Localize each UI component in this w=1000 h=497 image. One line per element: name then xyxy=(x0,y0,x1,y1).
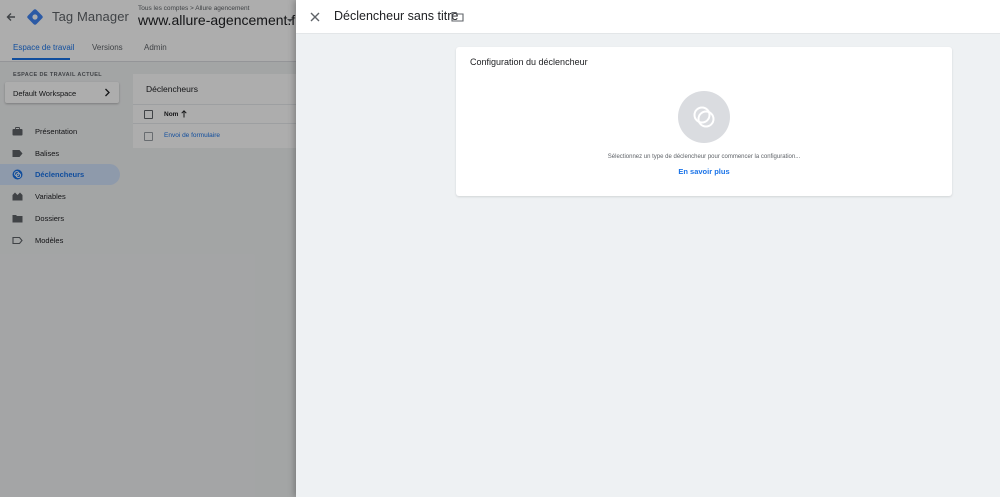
panel-header: Déclencheur sans titre xyxy=(296,0,1000,34)
learn-more-link[interactable]: En savoir plus xyxy=(456,167,952,176)
config-hint-text: Sélectionnez un type de déclencheur pour… xyxy=(607,154,801,160)
close-icon[interactable] xyxy=(309,11,321,23)
choose-trigger-type-button[interactable] xyxy=(678,91,730,143)
trigger-name-title[interactable]: Déclencheur sans titre xyxy=(334,9,458,23)
trigger-configuration-card[interactable]: Configuration du déclencheur Sélectionne… xyxy=(456,47,952,196)
config-card-title: Configuration du déclencheur xyxy=(470,57,588,67)
trigger-editor-panel: Déclencheur sans titre Configuration du … xyxy=(296,0,1000,497)
trigger-type-icon xyxy=(693,106,715,128)
folder-outline-icon[interactable] xyxy=(451,11,464,22)
